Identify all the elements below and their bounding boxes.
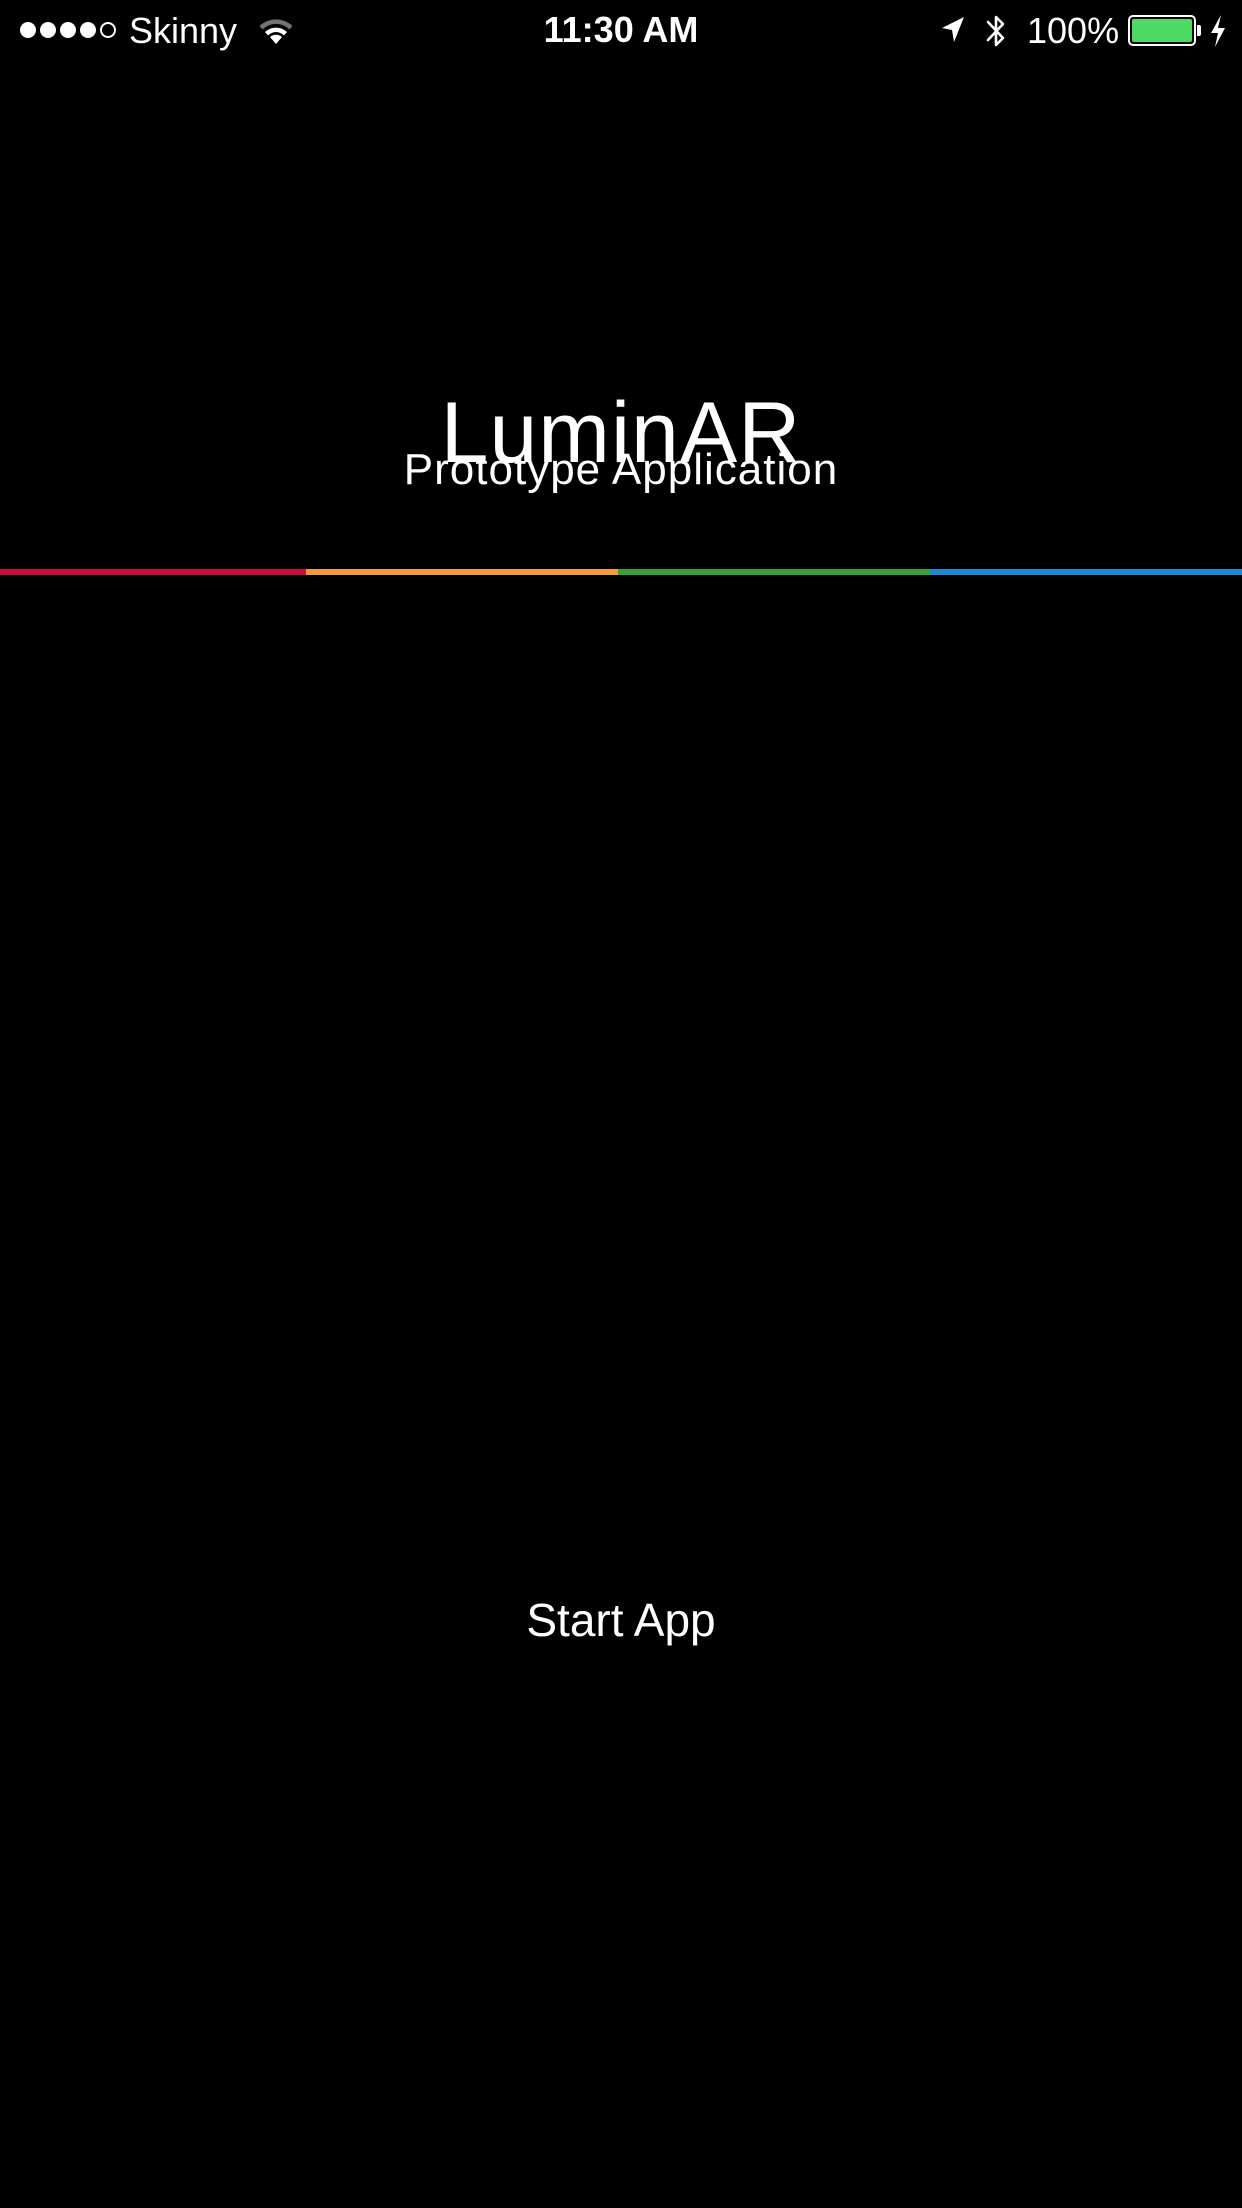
- color-stripe-divider: [0, 569, 1242, 575]
- location-arrow-icon: [942, 17, 964, 42]
- stripe-segment-red: [0, 569, 306, 575]
- battery-percentage: 100%: [1027, 10, 1120, 51]
- stripe-segment-blue: [930, 569, 1242, 575]
- battery-level-fill: [1132, 19, 1192, 42]
- battery-tip: [1197, 25, 1201, 36]
- lightning-bolt-icon: [1211, 15, 1225, 47]
- start-app-button[interactable]: Start App: [471, 1590, 771, 1650]
- status-bar: Skinny 11:30 AM 100%: [0, 0, 1242, 62]
- stripe-segment-green: [618, 569, 930, 575]
- battery-icon: [1128, 15, 1196, 46]
- stripe-segment-orange: [306, 569, 618, 575]
- bluetooth-icon: [986, 15, 1005, 47]
- app-subtitle: Prototype Application: [403, 445, 839, 494]
